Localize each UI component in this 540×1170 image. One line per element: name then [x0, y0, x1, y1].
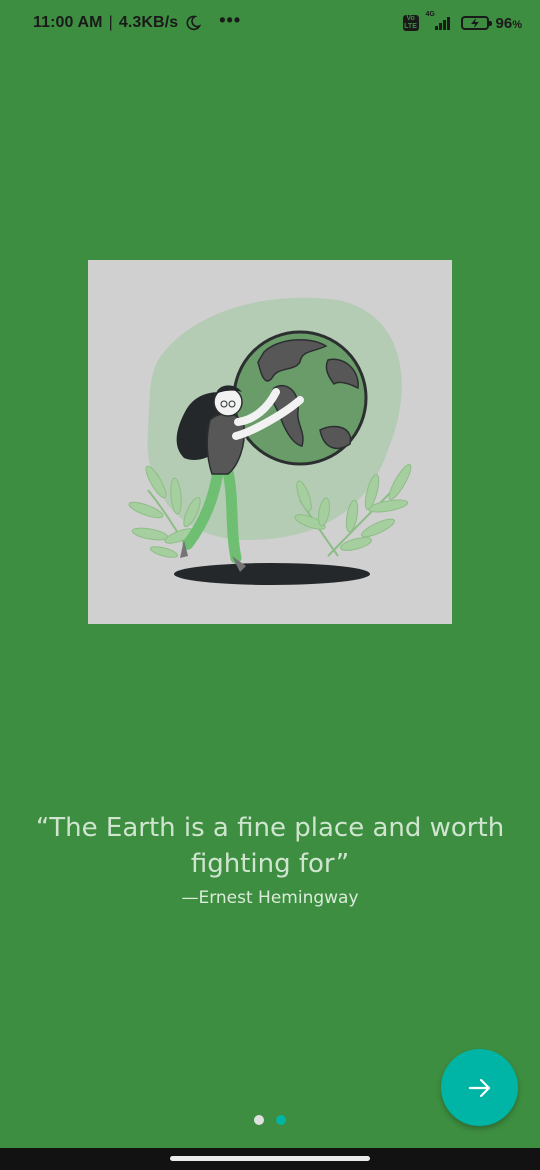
next-button[interactable]	[441, 1049, 518, 1126]
moon-icon	[186, 15, 202, 31]
network-type: 4G	[425, 11, 435, 18]
status-bar: 11:00 AM | 4.3KB/s ••• Vo LTE 4G 96%	[0, 0, 540, 50]
quote-text: “The Earth is a fine place and worth fig…	[35, 813, 505, 879]
more-notifications-icon: •••	[219, 10, 242, 30]
signal-icon: 4G	[425, 11, 454, 32]
status-left: 11:00 AM | 4.3KB/s •••	[33, 10, 242, 32]
home-gesture-handle[interactable]	[170, 1156, 370, 1161]
page-dot-2-active[interactable]	[276, 1115, 286, 1125]
network-speed: 4.3KB/s	[118, 14, 179, 31]
volte-icon: Vo LTE	[402, 15, 419, 31]
clock-time: 11:00 AM	[33, 14, 103, 31]
quote-author: —Ernest Hemingway	[181, 888, 359, 908]
system-navigation-bar	[0, 1148, 540, 1170]
status-separator: |	[108, 14, 113, 31]
page-dot-1[interactable]	[254, 1115, 264, 1125]
battery-charging-icon	[460, 16, 492, 30]
arrow-right-icon	[468, 1078, 490, 1097]
woman-hugging-earth-illustration	[88, 260, 452, 624]
status-right: Vo LTE 4G 96%	[402, 11, 522, 32]
battery-percent: 96%	[495, 14, 522, 32]
